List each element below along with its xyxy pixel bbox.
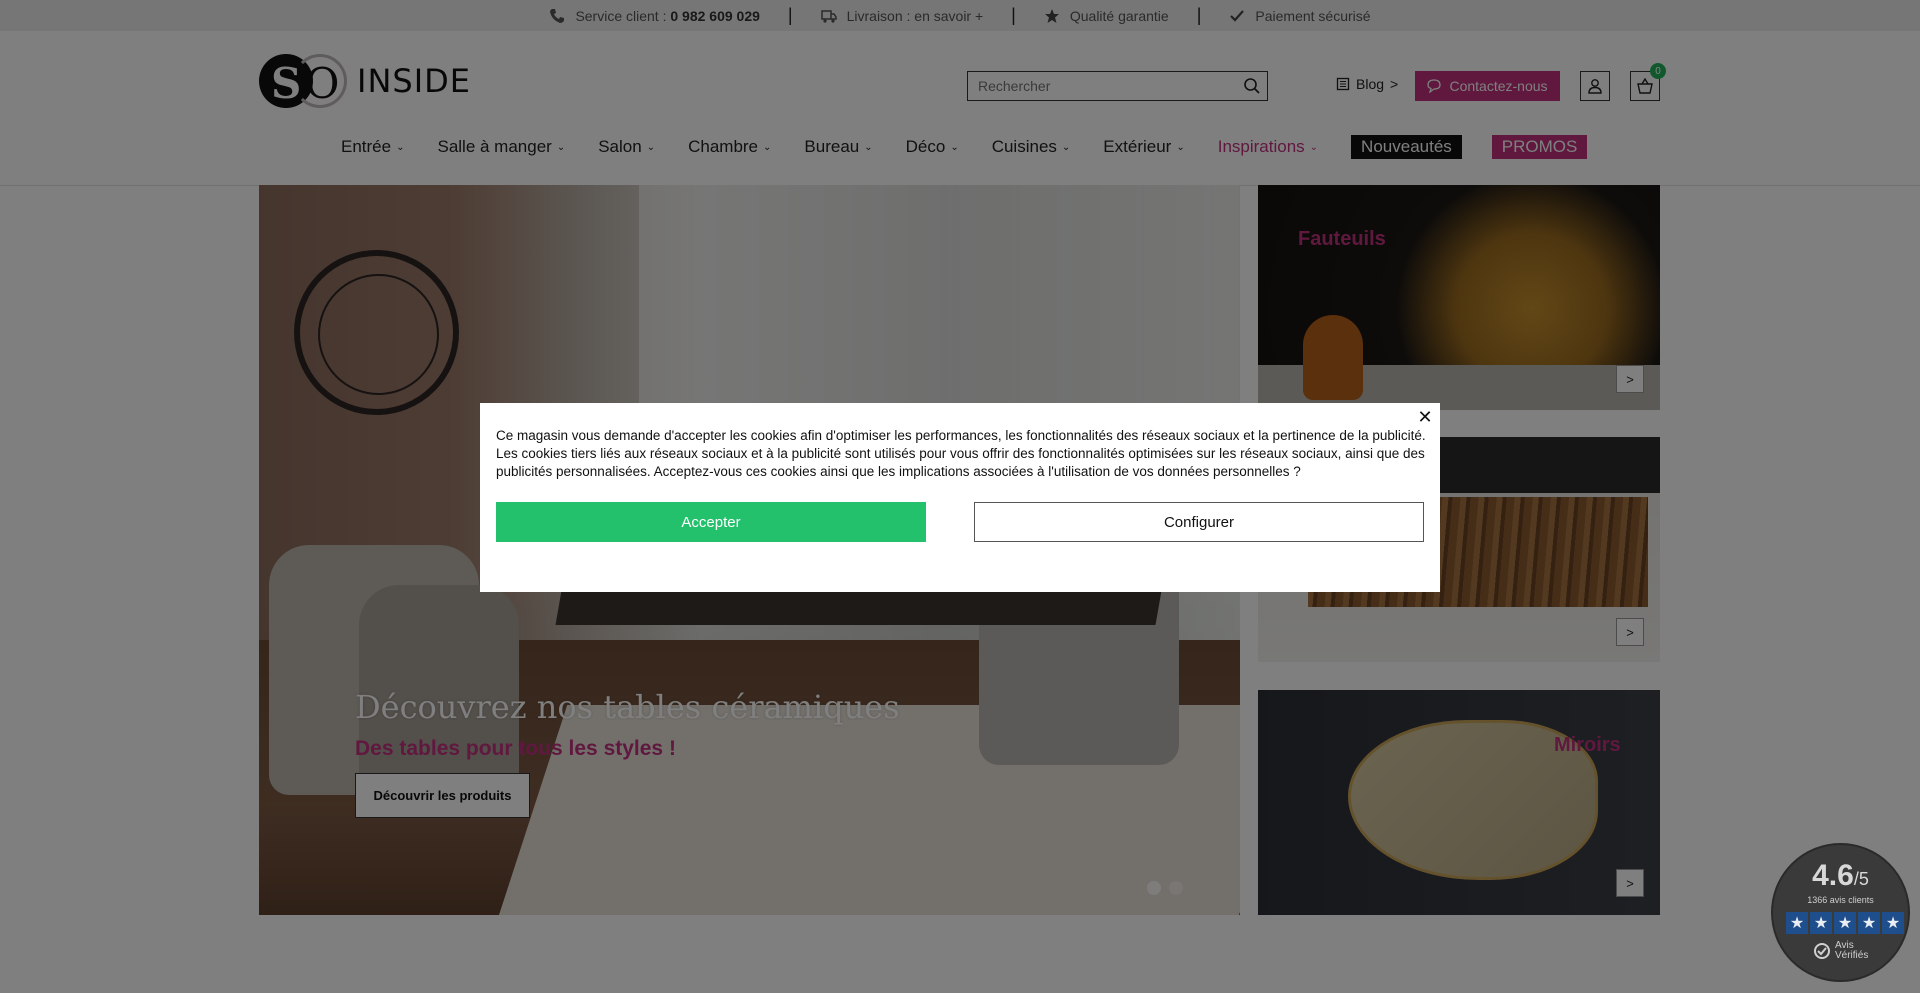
star-icon: ★ [1810,912,1832,934]
star-icon: ★ [1882,912,1904,934]
rating-score: 4.6/5 [1812,859,1869,892]
star-icon: ★ [1786,912,1808,934]
star-icon: ★ [1858,912,1880,934]
verified-icon [1814,943,1830,959]
rating-max: /5 [1853,869,1869,889]
reviews-rating-badge[interactable]: 4.6/5 1366 avis clients ★ ★ ★ ★ ★ Avis Vé… [1771,843,1910,982]
reviews-count: 1366 avis clients [1807,895,1874,905]
verified-reviews-logo: Avis Vérifiés [1813,941,1868,961]
close-icon[interactable]: ✕ [1415,407,1435,427]
accept-cookies-button[interactable]: Accepter [496,502,926,542]
star-icon: ★ [1834,912,1856,934]
configure-cookies-button[interactable]: Configurer [974,502,1424,542]
cookie-consent-modal: ✕ Ce magasin vous demande d'accepter les… [480,403,1440,592]
cookie-consent-text: Ce magasin vous demande d'accepter les c… [496,428,1426,479]
verified-label: Avis Vérifiés [1835,940,1869,961]
rating-stars: ★ ★ ★ ★ ★ [1786,912,1904,934]
